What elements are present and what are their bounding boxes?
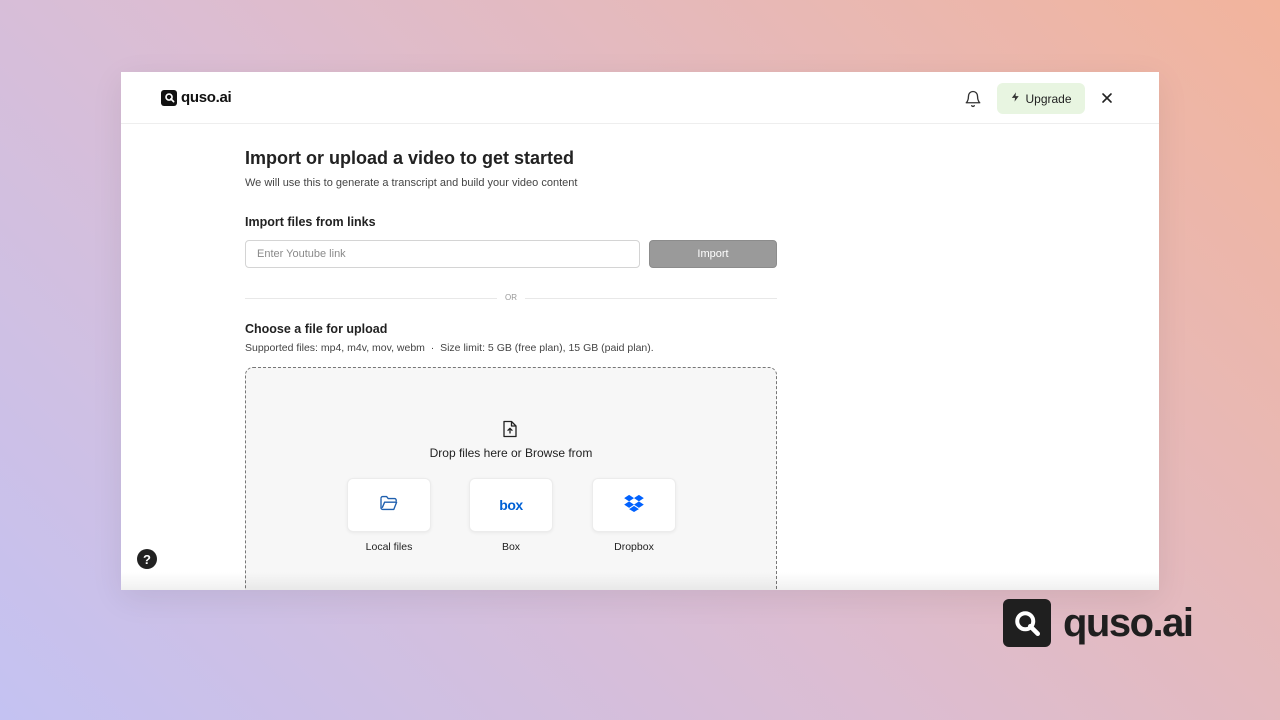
bottom-shadow	[121, 572, 1159, 590]
upload-section-title: Choose a file for upload	[245, 322, 388, 336]
box-button[interactable]: box	[469, 478, 553, 532]
dropbox-button[interactable]	[592, 478, 676, 532]
local-files-button[interactable]	[347, 478, 431, 532]
lightning-icon	[1010, 91, 1021, 106]
logo-text: quso.ai	[181, 89, 232, 106]
page-title: Import or upload a video to get started	[245, 148, 575, 168]
quso-logo-icon	[1003, 599, 1051, 647]
dropbox-icon	[624, 494, 644, 517]
page-subtitle: We will use this to generate a transcrip…	[245, 177, 578, 189]
bell-icon[interactable]	[964, 90, 982, 108]
brand-watermark: quso.ai	[1003, 599, 1194, 647]
app-logo[interactable]: quso.ai	[161, 89, 232, 106]
file-dropzone[interactable]: Drop files here or Browse from Local fil…	[245, 367, 777, 590]
or-label: OR	[505, 293, 517, 302]
divider-line-right	[525, 298, 777, 299]
source-box[interactable]: box Box	[469, 478, 553, 553]
upgrade-button[interactable]: Upgrade	[997, 83, 1085, 114]
upgrade-label: Upgrade	[1025, 91, 1072, 106]
box-logo-icon: box	[499, 497, 523, 513]
file-upload-icon	[502, 420, 518, 438]
local-files-label: Local files	[365, 541, 413, 553]
source-dropbox[interactable]: Dropbox	[592, 478, 676, 553]
or-divider: OR	[245, 292, 777, 304]
help-icon[interactable]: ?	[137, 549, 157, 569]
box-label: Box	[501, 541, 521, 553]
youtube-link-input[interactable]	[245, 240, 640, 268]
supported-files-text: Supported files: mp4, m4v, mov, webm · S…	[245, 342, 654, 354]
source-local-files[interactable]: Local files	[347, 478, 431, 553]
import-section-title: Import files from links	[245, 215, 376, 229]
folder-icon	[379, 495, 399, 516]
app-window: quso.ai Upgrade Import or upload a video…	[121, 72, 1159, 590]
drop-text: Drop files here or Browse from	[429, 446, 593, 460]
divider-line-left	[245, 298, 497, 299]
brand-text: quso.ai	[1063, 601, 1194, 645]
dropbox-label: Dropbox	[614, 541, 654, 553]
close-icon[interactable]	[1099, 90, 1115, 106]
quso-logo-icon	[161, 89, 177, 106]
import-button[interactable]: Import	[649, 240, 777, 268]
top-bar: quso.ai Upgrade	[121, 72, 1159, 124]
